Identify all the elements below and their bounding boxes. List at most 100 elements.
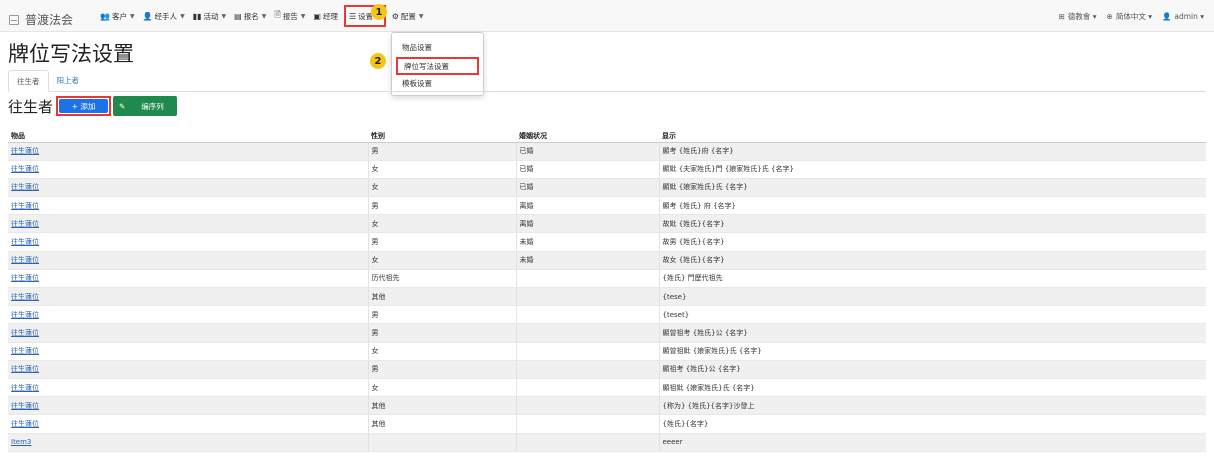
page-title: 牌位写法设置	[8, 42, 134, 66]
cell-marital-status	[516, 360, 660, 379]
column-header-item: 物品	[8, 130, 368, 143]
tab-bar: 往生者 阳上者	[8, 70, 1206, 92]
cell-item: 往生蓮位	[8, 160, 369, 179]
caret-down-icon: ▼	[129, 12, 135, 20]
bar-chart-icon: ▮▮	[192, 11, 202, 21]
table-row: 往生蓮位 女 顯祖妣 {娘家姓氏}氏 {名字}	[8, 378, 1206, 398]
cell-marital-status: 离婚	[516, 196, 660, 216]
cell-gender: 男	[368, 323, 517, 343]
cell-display: 顯妣 {夫家姓氏}門 {娘家姓氏}氏 {名字}	[659, 160, 1206, 179]
caret-down-icon: ▾	[1200, 11, 1204, 21]
nav-label: 客户	[111, 11, 127, 21]
list-icon: ▤	[234, 11, 242, 21]
nav-manager[interactable]: ▣ 经理	[309, 0, 342, 32]
cell-item: 往生蓮位	[8, 378, 369, 398]
cell-gender: 其他	[368, 396, 517, 416]
item-link[interactable]: 往生蓮位	[11, 183, 39, 191]
caret-down-icon: ▼	[261, 12, 267, 20]
sort-order-button[interactable]: ✎ 编序列	[113, 96, 177, 116]
table-row: 往生蓮位 男 {teset}	[8, 305, 1206, 325]
edit-icon: ✎	[119, 101, 126, 111]
cell-gender: 男	[368, 360, 517, 379]
table-row: 往生蓮位 女已婚 顯妣 {娘家姓氏}氏 {名字}	[8, 178, 1206, 198]
cell-display: 顯考 {姓氏} 府 {名字}	[659, 196, 1206, 216]
cell-display: {称为} {姓氏}{名字}沙發上	[659, 396, 1206, 416]
table-row: 往生蓮位 男 顯曾祖考 {姓氏}公 {名字}	[8, 323, 1206, 343]
item-link[interactable]: 往生蓮位	[11, 311, 39, 319]
cell-display: {tese}	[659, 287, 1206, 307]
cell-item: 往生蓮位	[8, 196, 369, 216]
cell-item: 往生蓮位	[8, 178, 369, 198]
cell-display: {teset}	[659, 305, 1206, 325]
tablet-format-table: 物品 性别 婚姻状况 显示 往生蓮位男已婚 顯考 {姓氏}府 {名字} 往生蓮位女已…	[8, 130, 1206, 452]
cell-item: 往生蓮位	[8, 287, 369, 307]
cell-display: 顯曾祖妣 {娘家姓氏}氏 {名字}	[659, 342, 1206, 361]
tab-deceased[interactable]: 往生者	[8, 70, 49, 92]
table-row: 往生蓮位 男离婚 顯考 {姓氏} 府 {名字}	[8, 196, 1206, 216]
item-link[interactable]: 往生蓮位	[11, 256, 39, 264]
caret-down-icon: ▼	[418, 12, 424, 20]
cell-marital-status	[516, 433, 660, 452]
nav-activities[interactable]: ▮▮ 活动 ▼	[189, 0, 230, 32]
nav-label: 经手人	[154, 11, 178, 21]
table-row: 往生蓮位 女 顯曾祖妣 {娘家姓氏}氏 {名字}	[8, 342, 1206, 361]
cell-gender: 历代祖先	[368, 269, 517, 289]
cell-item: 往生蓮位	[8, 414, 369, 434]
item-link[interactable]: 往生蓮位	[11, 147, 39, 155]
item-link[interactable]: 往生蓮位	[11, 347, 39, 355]
nav-right: ⊞ 德教會 ▾ ⊕ 简体中文 ▾ 👤 admin ▾	[1059, 0, 1204, 32]
nav-label: 报名	[243, 11, 259, 21]
cell-item: 往生蓮位	[8, 305, 369, 325]
cell-gender: 男	[368, 196, 517, 216]
column-header-gender: 性别	[368, 130, 516, 143]
cell-item: 往生蓮位	[8, 142, 369, 161]
item-link[interactable]: 往生蓮位	[11, 220, 39, 228]
item-link[interactable]: 往生蓮位	[11, 165, 39, 173]
item-link[interactable]: 往生蓮位	[11, 238, 39, 246]
cell-gender: 女	[368, 160, 517, 179]
item-link[interactable]: Item3	[11, 438, 31, 446]
nav-temple[interactable]: ⊞ 德教會 ▾	[1059, 11, 1097, 22]
cell-display: 故妣 {姓氏}{名字}	[659, 214, 1206, 234]
nav-customers[interactable]: 👥 客户 ▼	[96, 0, 139, 32]
nav-registration[interactable]: ▤ 报名 ▼	[230, 0, 270, 32]
cell-gender: 女	[368, 378, 517, 398]
table-row: 往生蓮位 其他 {称为} {姓氏}{名字}沙發上	[8, 396, 1206, 416]
user-icon: 👤	[142, 11, 153, 21]
cell-item: 往生蓮位	[8, 360, 369, 379]
caret-down-icon: ▼	[221, 12, 227, 20]
cell-display: {姓氏} 門歷代祖先	[659, 269, 1206, 289]
table-header-row: 物品 性别 婚姻状况 显示	[8, 130, 1206, 143]
item-link[interactable]: 往生蓮位	[11, 274, 39, 282]
item-link[interactable]: 往生蓮位	[11, 365, 39, 373]
cell-gender: 女	[368, 214, 517, 234]
add-button[interactable]: + 添加	[56, 96, 111, 116]
item-link[interactable]: 往生蓮位	[11, 402, 39, 410]
nav-label: 报告	[282, 11, 298, 21]
cell-gender: 女	[368, 178, 517, 198]
nav-handlers[interactable]: 👤 经手人 ▼	[139, 0, 189, 32]
user-label: admin	[1174, 11, 1198, 21]
cell-gender: 其他	[368, 414, 517, 434]
cell-item: 往生蓮位	[8, 214, 369, 234]
nav-reports[interactable]: 🗎 报告 ▼	[270, 0, 309, 32]
cell-marital-status: 已婚	[516, 142, 660, 161]
nav-language[interactable]: ⊕ 简体中文 ▾	[1107, 11, 1152, 22]
menu-item-item-settings[interactable]: 物品设置	[392, 39, 483, 57]
item-link[interactable]: 往生蓮位	[11, 384, 39, 392]
tab-living[interactable]: 阳上者	[49, 70, 88, 92]
cell-gender	[368, 433, 517, 452]
brand[interactable]: 普渡法会	[9, 11, 73, 28]
nav-label: 配置	[400, 11, 416, 21]
cell-display: eeeer	[659, 433, 1206, 452]
nav-config[interactable]: ⚙ 配置 ▼	[388, 0, 428, 32]
cell-marital-status	[516, 342, 660, 361]
caret-down-icon: ▼	[300, 12, 306, 20]
nav-label: 活动	[203, 11, 219, 21]
item-link[interactable]: 往生蓮位	[11, 202, 39, 210]
item-link[interactable]: 往生蓮位	[11, 329, 39, 337]
item-link[interactable]: 往生蓮位	[11, 420, 39, 428]
nav-user[interactable]: 👤 admin ▾	[1162, 12, 1204, 21]
item-link[interactable]: 往生蓮位	[11, 293, 39, 301]
step-badge-1: 1	[371, 4, 387, 20]
